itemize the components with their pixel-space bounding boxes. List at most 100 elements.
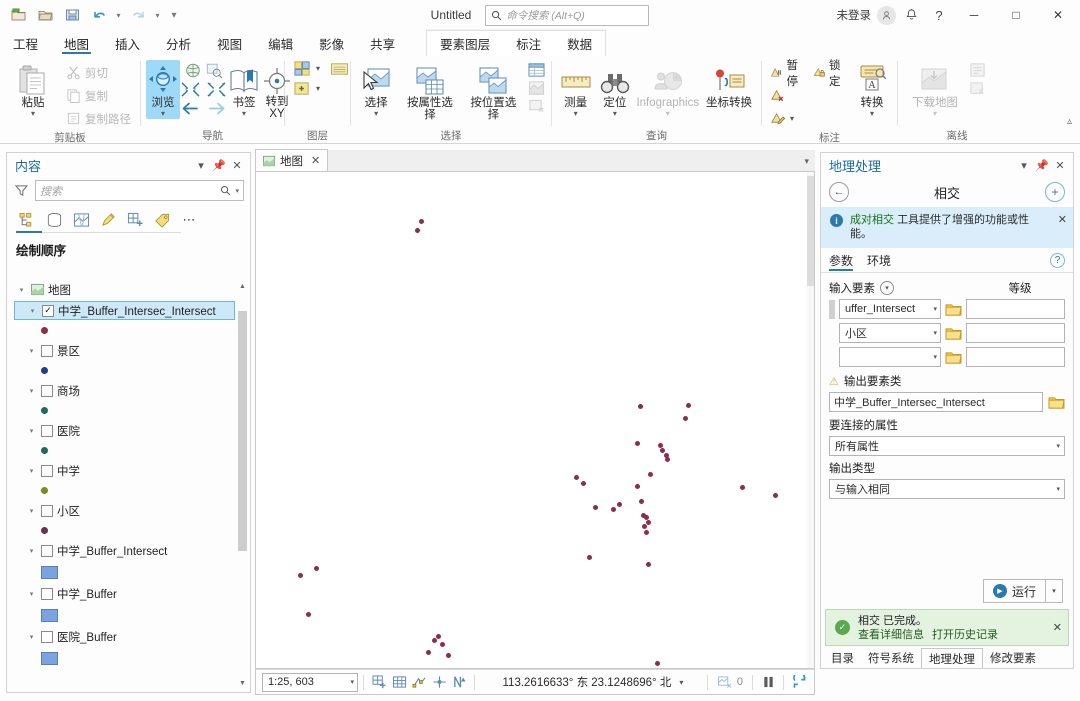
scale-chevron-down-icon[interactable]: ▾ bbox=[350, 678, 354, 686]
scroll-up-arrow-icon[interactable]: ▲ bbox=[238, 281, 247, 292]
infographics-button[interactable]: Infographics ▾ bbox=[635, 60, 700, 119]
toc-layer-row[interactable]: ▾ 中学_Buffer bbox=[14, 583, 235, 604]
pairwise-intersect-link[interactable]: 成对相交 bbox=[850, 214, 894, 226]
tab-view[interactable]: 视图 bbox=[204, 30, 255, 56]
map-scroll-thumb[interactable] bbox=[807, 176, 814, 286]
geoprocessing-close-icon[interactable]: ✕ bbox=[1051, 156, 1069, 174]
undo-dropdown-icon[interactable]: ▾ bbox=[114, 4, 123, 26]
grid-icon[interactable] bbox=[389, 672, 409, 692]
toc-root-map[interactable]: ▾ 地图 bbox=[14, 279, 235, 300]
fixed-zoom-icon[interactable] bbox=[205, 62, 223, 79]
toc-layer-row[interactable]: ▾ 小区 bbox=[14, 500, 235, 521]
command-search-box[interactable]: 命令搜索 (Alt+Q) bbox=[485, 4, 650, 26]
selected-features-icon[interactable] bbox=[713, 672, 737, 692]
browse-folder-icon[interactable] bbox=[1048, 395, 1065, 410]
expand-arrow-icon[interactable]: ▾ bbox=[26, 387, 37, 395]
full-extent-icon[interactable] bbox=[184, 62, 202, 79]
contents-search-input[interactable]: 搜索 ▾ bbox=[35, 180, 244, 201]
clear-selection-icon[interactable] bbox=[527, 98, 546, 114]
tab-analysis[interactable]: 分析 bbox=[153, 30, 204, 56]
layer-visibility-checkbox[interactable] bbox=[41, 504, 53, 517]
input-feature-combo[interactable]: ▾ bbox=[839, 347, 941, 367]
layer-visibility-checkbox[interactable] bbox=[41, 464, 53, 477]
tab-map[interactable]: 地图 bbox=[51, 30, 102, 56]
browse-folder-icon[interactable] bbox=[945, 326, 962, 341]
locate-chevron-down-icon[interactable]: ▾ bbox=[613, 110, 617, 118]
select-button[interactable]: 选择 ▾ bbox=[356, 60, 396, 119]
chevron-down-icon[interactable]: ▾ bbox=[1056, 442, 1060, 450]
signin-status[interactable]: 未登录 bbox=[837, 7, 872, 23]
layer-visibility-checkbox[interactable]: ✓ bbox=[42, 304, 54, 317]
add-data-chevron-down-icon[interactable]: ▾ bbox=[316, 64, 320, 73]
toc-scrollbar[interactable]: ▲ ▼ bbox=[238, 281, 247, 689]
crosshair-icon[interactable] bbox=[429, 672, 449, 692]
layer-visibility-checkbox[interactable] bbox=[41, 344, 53, 357]
select-by-location-button[interactable]: 按位置选择 bbox=[464, 60, 523, 123]
rank-input[interactable] bbox=[966, 323, 1065, 343]
measure-button[interactable]: 测量 ▾ bbox=[557, 60, 594, 119]
filter-icon[interactable] bbox=[13, 184, 29, 197]
tab-environments[interactable]: 环境 bbox=[867, 248, 891, 273]
select-by-attributes-button[interactable]: 按属性选择 bbox=[400, 60, 459, 123]
toc-layer-row[interactable]: ▾ ✓ 中学_Buffer_Intersec_Intersect bbox=[14, 301, 235, 320]
download-map-button[interactable]: 下载地图 ▾ bbox=[906, 60, 964, 119]
expand-arrow-icon[interactable]: ▾ bbox=[26, 590, 37, 598]
bottom-tab-geoprocessing[interactable]: 地理处理 bbox=[921, 648, 983, 668]
map-tabs-chevron-down-icon[interactable]: ▾ bbox=[804, 156, 809, 167]
sync-replica-icon[interactable] bbox=[968, 62, 987, 78]
expand-arrow-icon[interactable]: ▾ bbox=[26, 633, 37, 641]
geoprocessing-menu-chevron-icon[interactable]: ▾ bbox=[1015, 156, 1033, 174]
toc-layer-row[interactable]: ▾ 中学 bbox=[14, 460, 235, 481]
layer-visibility-checkbox[interactable] bbox=[41, 587, 53, 600]
redo-icon[interactable] bbox=[126, 4, 150, 26]
list-by-labeling-icon[interactable] bbox=[151, 209, 173, 231]
infographics-chevron-down-icon[interactable]: ▾ bbox=[666, 110, 670, 118]
list-by-editing-icon[interactable] bbox=[97, 209, 119, 231]
rank-input[interactable] bbox=[966, 347, 1065, 367]
bottom-tab-modify-features[interactable]: 修改要素 bbox=[983, 648, 1043, 668]
chevron-down-icon[interactable]: ▾ bbox=[933, 329, 937, 337]
copy-button[interactable]: 复制 bbox=[63, 84, 134, 107]
help-icon[interactable]: ? bbox=[926, 3, 952, 27]
map-tab[interactable]: 地图 ✕ bbox=[255, 149, 329, 171]
basemap-icon[interactable] bbox=[330, 61, 349, 77]
drag-handle[interactable] bbox=[829, 324, 835, 343]
graphics-chevron-down-icon[interactable]: ▾ bbox=[316, 84, 320, 93]
tab-imagery[interactable]: 影像 bbox=[306, 30, 357, 56]
search-options-chevron-icon[interactable]: ▾ bbox=[235, 187, 239, 195]
run-button[interactable]: ▶ 运行 bbox=[982, 579, 1046, 603]
convert-labels-button[interactable]: A 转换 ▾ bbox=[852, 60, 892, 119]
toc-scroll-thumb[interactable] bbox=[238, 311, 247, 551]
drag-handle[interactable] bbox=[829, 348, 835, 367]
output-fc-input[interactable]: 中学_Buffer_Intersec_Intersect bbox=[829, 392, 1043, 412]
pause-drawing-icon[interactable] bbox=[758, 672, 778, 692]
measure-chevron-down-icon[interactable]: ▾ bbox=[574, 110, 578, 118]
input-features-chevron-down-icon[interactable]: ▾ bbox=[880, 281, 894, 295]
minimize-button[interactable]: ─ bbox=[954, 0, 994, 30]
contents-close-icon[interactable]: ✕ bbox=[228, 156, 246, 174]
map-scale-combo[interactable]: 1:25, 603 ▾ bbox=[262, 672, 358, 692]
expand-arrow-icon[interactable]: ▾ bbox=[16, 286, 27, 294]
expand-arrow-icon[interactable]: ▾ bbox=[26, 427, 37, 435]
input-feature-combo[interactable]: uffer_Intersect ▾ bbox=[839, 299, 941, 319]
refresh-icon[interactable] bbox=[789, 672, 809, 692]
toc-layer-row[interactable]: ▾ 景区 bbox=[14, 340, 235, 361]
attribute-table-icon[interactable] bbox=[527, 62, 546, 78]
scroll-down-arrow-icon[interactable]: ▼ bbox=[238, 678, 247, 689]
chevron-down-icon[interactable]: ▾ bbox=[1056, 485, 1060, 493]
rank-input[interactable] bbox=[966, 299, 1065, 319]
add-graphics-layer-icon[interactable] bbox=[293, 80, 312, 97]
layer-visibility-checkbox[interactable] bbox=[41, 630, 53, 643]
layer-visibility-checkbox[interactable] bbox=[41, 544, 53, 557]
expand-arrow-icon[interactable]: ▾ bbox=[26, 467, 37, 475]
expand-arrow-icon[interactable]: ▾ bbox=[26, 547, 37, 555]
map-tab-close-icon[interactable]: ✕ bbox=[311, 154, 320, 167]
chevron-down-icon[interactable]: ▾ bbox=[933, 353, 937, 361]
bottom-tab-catalog[interactable]: 目录 bbox=[824, 648, 861, 668]
toc-layer-row[interactable]: ▾ 医院 bbox=[14, 420, 235, 441]
help-icon[interactable]: ? bbox=[1050, 252, 1065, 268]
tab-project[interactable]: 工程 bbox=[0, 30, 51, 56]
expand-arrow-icon[interactable]: ▾ bbox=[26, 347, 37, 355]
pause-labeling-button[interactable]: 暂停 bbox=[767, 60, 808, 88]
notifications-bell-icon[interactable] bbox=[898, 3, 924, 27]
